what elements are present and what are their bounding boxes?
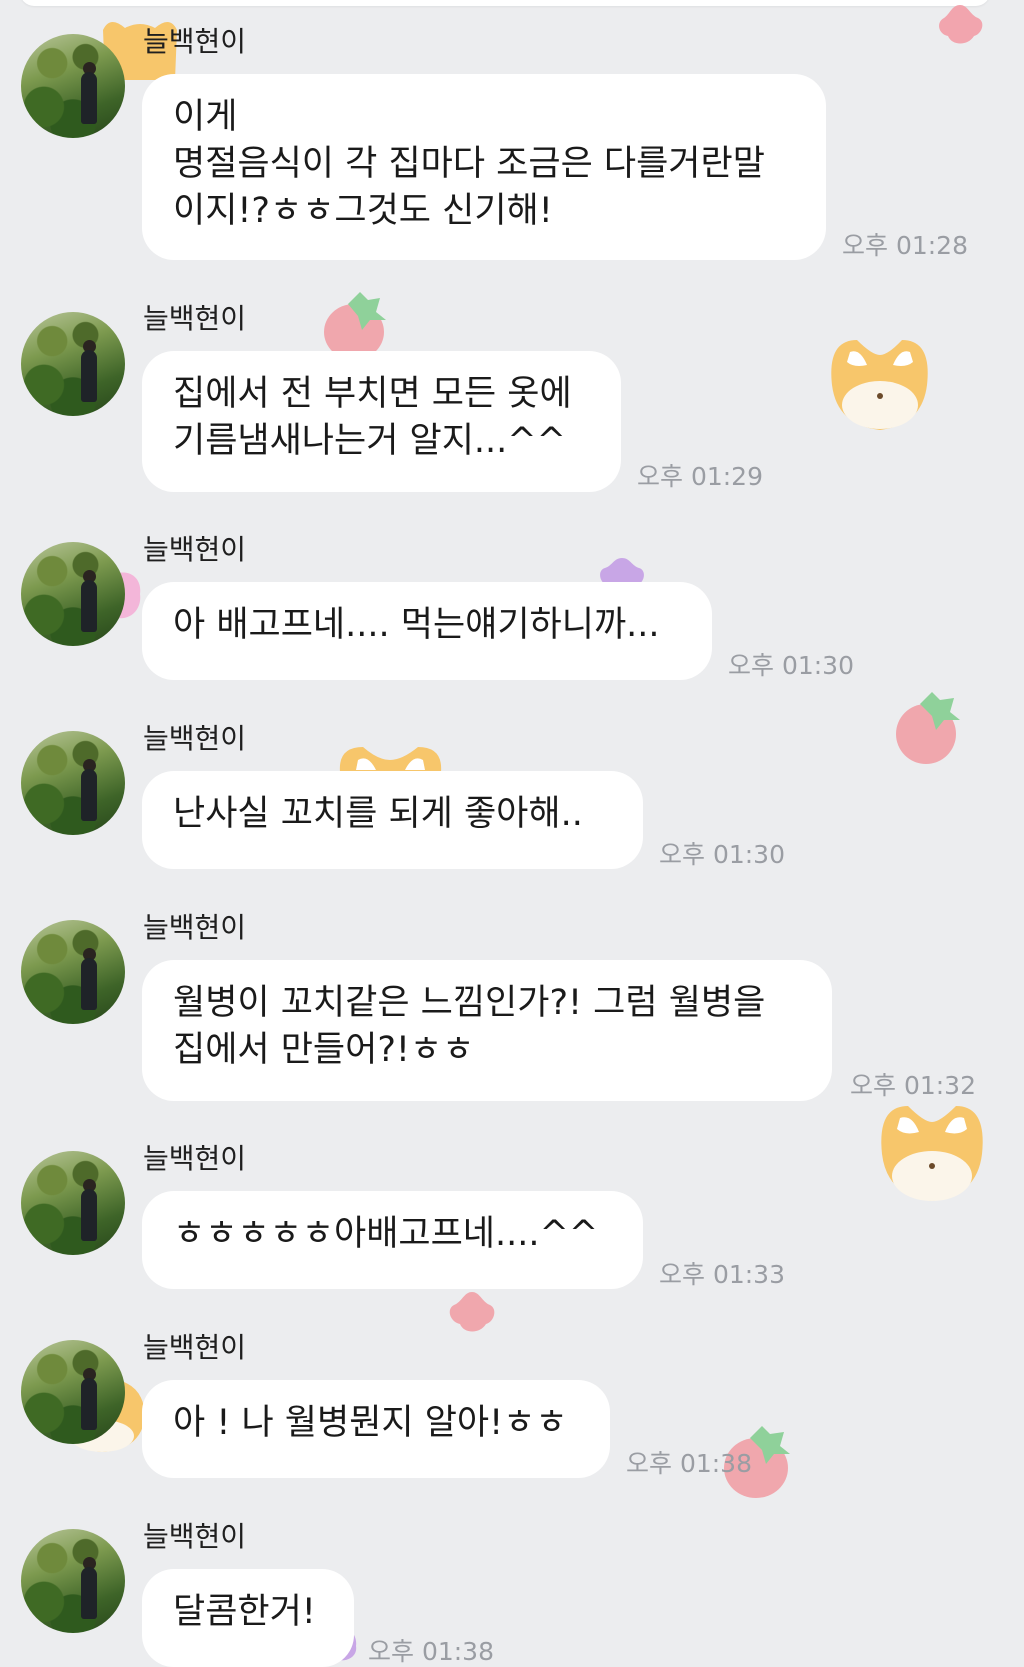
strawberry-sticker-icon — [896, 692, 960, 764]
message-bubble[interactable]: 이게 명절음식이 각 집마다 조금은 다를거란말 이지!?ㅎㅎ그것도 신기해! — [142, 74, 826, 260]
message-timestamp: 오후 01:33 — [659, 1260, 785, 1289]
avatar-figure-body-icon — [81, 350, 97, 402]
avatar-figure-body-icon — [81, 1378, 97, 1430]
message-bubble[interactable]: 아 ! 나 월병뭔지 알아!ㅎㅎ — [142, 1380, 610, 1478]
profile-photo-avatar[interactable] — [21, 1529, 125, 1633]
avatar-figure-body-icon — [81, 769, 97, 821]
flower-sticker-icon — [449, 1292, 495, 1332]
avatar-figure-body-icon — [81, 1567, 97, 1619]
message-timestamp: 오후 01:28 — [842, 231, 968, 260]
message-bubble[interactable]: 달콤한거! — [142, 1569, 354, 1667]
message-timestamp: 오후 01:29 — [637, 462, 763, 491]
message-timestamp: 오후 01:30 — [659, 840, 785, 869]
fox-face-sticker-icon — [339, 747, 442, 772]
message-timestamp: 오후 01:38 — [626, 1449, 752, 1478]
avatar-figure-body-icon — [81, 580, 97, 632]
avatar-figure-body-icon — [81, 72, 97, 124]
sender-name: 늘백현이 — [143, 911, 247, 944]
message-row: 늘백현이 이게 명절음식이 각 집마다 조금은 다를거란말 이지!?ㅎㅎ그것도 … — [0, 0, 1024, 280]
profile-photo-avatar[interactable] — [21, 1151, 125, 1255]
sender-name: 늘백현이 — [143, 1520, 247, 1553]
fox-face-sticker-icon — [881, 1106, 983, 1201]
avatar-figure-body-icon — [81, 1189, 97, 1241]
profile-photo-avatar[interactable] — [21, 542, 125, 646]
profile-photo-avatar[interactable] — [21, 731, 125, 835]
profile-photo-avatar[interactable] — [21, 1340, 125, 1444]
sender-name: 늘백현이 — [143, 1142, 247, 1175]
sender-name: 늘백현이 — [143, 25, 247, 58]
message-bubble[interactable]: 난사실 꼬치를 되게 좋아해.. — [142, 771, 643, 869]
message-timestamp: 오후 01:38 — [368, 1637, 494, 1666]
message-timestamp: 오후 01:32 — [850, 1071, 976, 1100]
message-bubble[interactable]: 월병이 꼬치같은 느낌인가?! 그럼 월병을 집에서 만들어?!ㅎㅎ — [142, 960, 832, 1101]
strawberry-sticker-icon — [324, 292, 386, 360]
sender-name: 늘백현이 — [143, 533, 247, 566]
profile-photo-avatar[interactable] — [21, 920, 125, 1024]
profile-photo-avatar[interactable] — [21, 34, 125, 138]
message-bubble[interactable]: 아 배고프네.... 먹는얘기하니까... — [142, 582, 712, 680]
sender-name: 늘백현이 — [143, 722, 247, 755]
profile-photo-avatar[interactable] — [21, 312, 125, 416]
sender-name: 늘백현이 — [143, 302, 247, 335]
sender-name: 늘백현이 — [143, 1331, 247, 1364]
message-timestamp: 오후 01:30 — [728, 651, 854, 680]
fox-face-sticker-icon — [831, 340, 928, 430]
message-bubble[interactable]: 집에서 전 부치면 모든 옷에 기름냄새나는거 알지...^^ — [142, 351, 621, 492]
avatar-figure-body-icon — [81, 958, 97, 1010]
message-bubble[interactable]: ㅎㅎㅎㅎㅎ아배고프네....^^ — [142, 1191, 643, 1289]
